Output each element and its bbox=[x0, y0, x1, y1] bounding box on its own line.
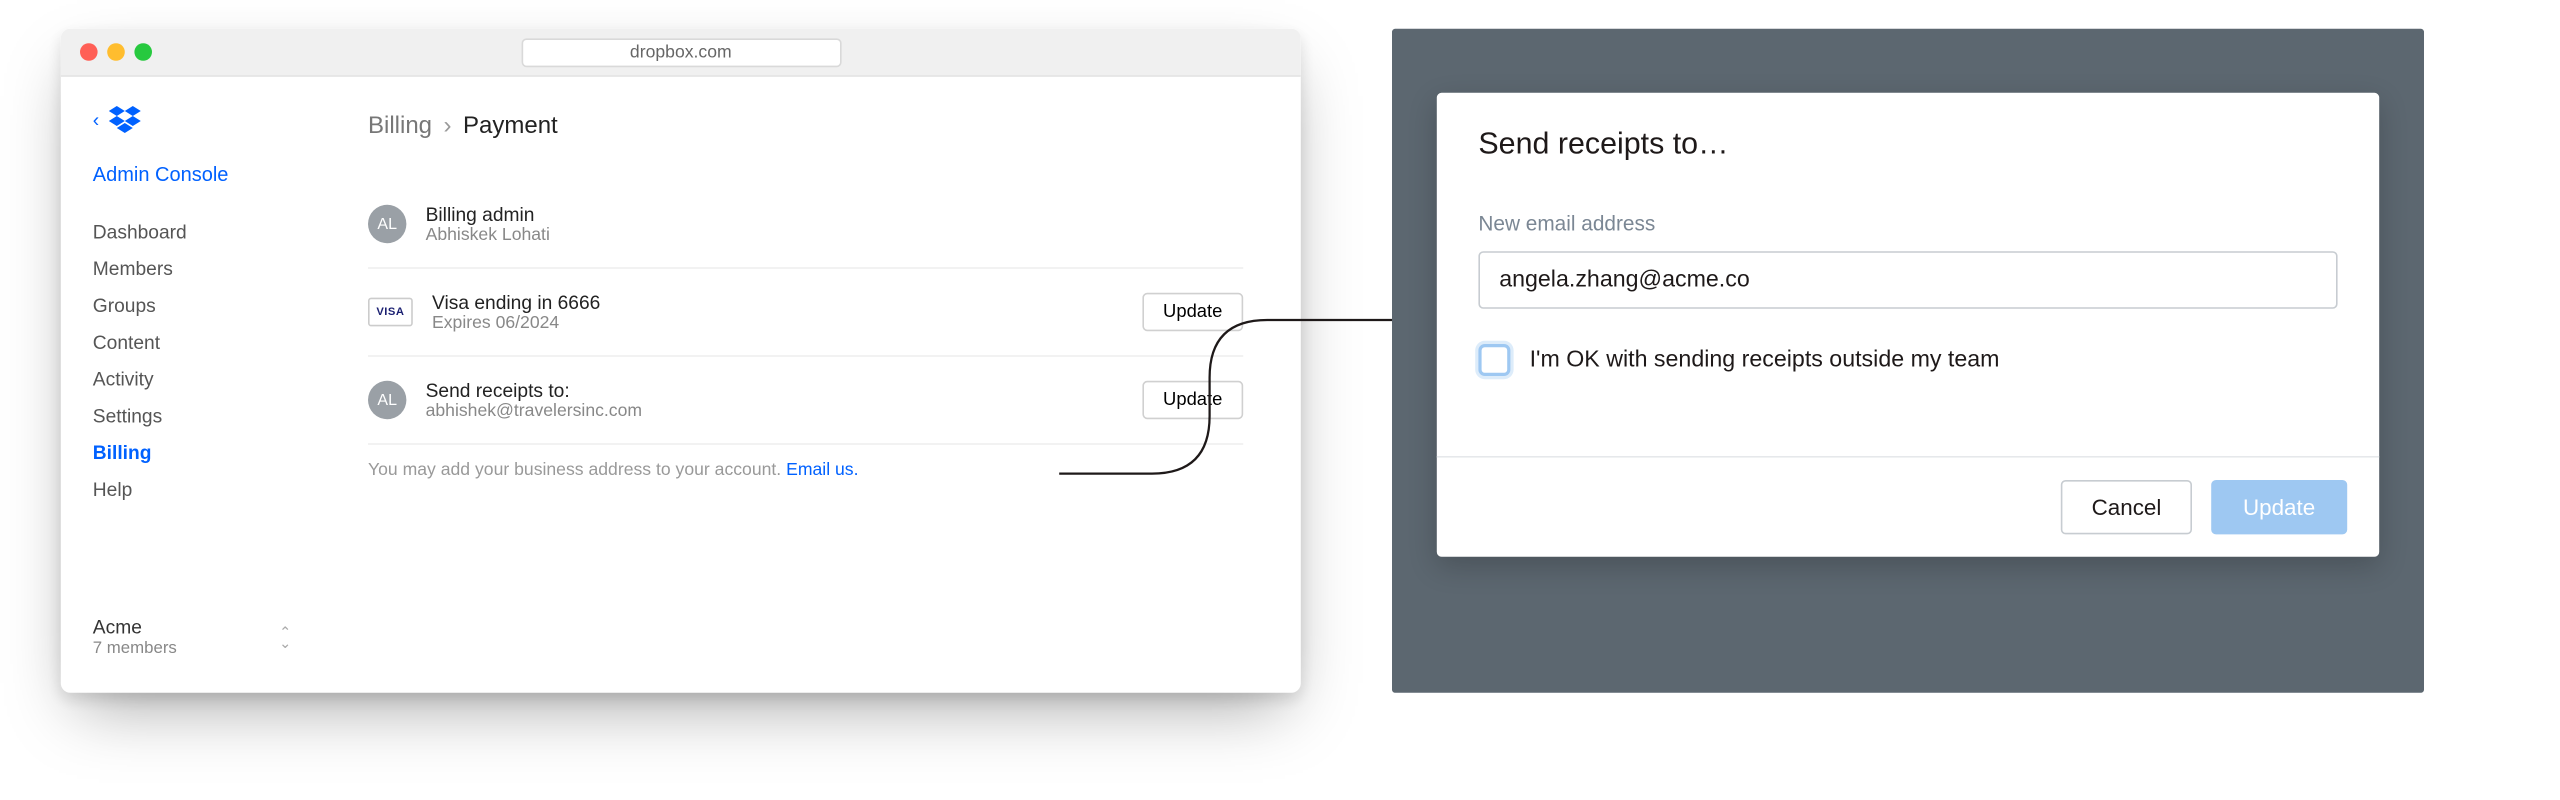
traffic-lights bbox=[80, 43, 152, 61]
sidebar: ‹ Admin Console Dashboard Members Groups… bbox=[61, 77, 317, 693]
outside-team-checkbox[interactable] bbox=[1478, 344, 1510, 376]
stepper-icon: ⌃⌄ bbox=[279, 626, 291, 647]
url-bar[interactable]: dropbox.com bbox=[521, 38, 841, 67]
url-text: dropbox.com bbox=[630, 42, 732, 61]
receipts-row: AL Send receipts to: abhishek@travelersi… bbox=[368, 357, 1243, 445]
sidebar-nav: Dashboard Members Groups Content Activit… bbox=[93, 221, 317, 501]
dialog-backdrop: Send receipts to… New email address I'm … bbox=[1392, 29, 2424, 693]
email-field-label: New email address bbox=[1478, 211, 2337, 235]
sidebar-item-groups[interactable]: Groups bbox=[93, 294, 317, 316]
row-title: Billing admin bbox=[426, 203, 550, 225]
window-titlebar: dropbox.com bbox=[61, 29, 1301, 77]
row-sub: Expires 06/2024 bbox=[432, 314, 600, 333]
helper-text: You may add your business address to you… bbox=[368, 445, 1243, 480]
dialog-footer: Cancel Update bbox=[1437, 456, 2379, 557]
sidebar-item-settings[interactable]: Settings bbox=[93, 405, 317, 427]
dropbox-logo-icon bbox=[109, 106, 141, 135]
billing-admin-row: AL Billing admin Abhiskek Lohati bbox=[368, 181, 1243, 269]
sidebar-item-dashboard[interactable]: Dashboard bbox=[93, 221, 317, 243]
main-content: Billing › Payment AL Billing admin Abhis… bbox=[317, 77, 1301, 693]
close-icon[interactable] bbox=[80, 43, 98, 61]
row-title: Visa ending in 6666 bbox=[432, 291, 600, 313]
team-name: Acme bbox=[93, 616, 177, 638]
avatar: AL bbox=[368, 381, 406, 419]
row-sub: Abhiskek Lohati bbox=[426, 226, 550, 245]
visa-icon: VISA bbox=[368, 298, 413, 327]
row-title: Send receipts to: bbox=[426, 379, 642, 401]
sidebar-item-content[interactable]: Content bbox=[93, 331, 317, 353]
email-us-link[interactable]: Email us. bbox=[786, 461, 858, 480]
payment-card-row: VISA Visa ending in 6666 Expires 06/2024… bbox=[368, 269, 1243, 357]
dialog-title: Send receipts to… bbox=[1478, 128, 2337, 163]
breadcrumb-leaf: Payment bbox=[463, 112, 558, 139]
breadcrumb-root[interactable]: Billing bbox=[368, 112, 432, 139]
breadcrumb: Billing › Payment bbox=[368, 112, 1243, 139]
sidebar-item-activity[interactable]: Activity bbox=[93, 368, 317, 390]
sidebar-item-billing[interactable]: Billing bbox=[93, 442, 317, 464]
update-receipts-button[interactable]: Update bbox=[1142, 381, 1243, 419]
cancel-button[interactable]: Cancel bbox=[2061, 480, 2192, 534]
browser-window: dropbox.com ‹ Admin Console Dashb bbox=[61, 29, 1301, 693]
avatar: AL bbox=[368, 205, 406, 243]
send-receipts-dialog: Send receipts to… New email address I'm … bbox=[1437, 93, 2379, 557]
outside-team-checkbox-label: I'm OK with sending receipts outside my … bbox=[1530, 347, 2000, 373]
back-icon[interactable]: ‹ bbox=[93, 109, 99, 131]
update-button[interactable]: Update bbox=[2211, 480, 2347, 534]
zoom-icon[interactable] bbox=[134, 43, 152, 61]
minimize-icon[interactable] bbox=[107, 43, 125, 61]
sidebar-item-members[interactable]: Members bbox=[93, 258, 317, 280]
sidebar-title: Admin Console bbox=[93, 163, 317, 185]
team-switcher[interactable]: Acme 7 members ⌃⌄ bbox=[93, 616, 317, 677]
email-field[interactable] bbox=[1478, 251, 2337, 309]
sidebar-item-help[interactable]: Help bbox=[93, 478, 317, 500]
team-subtitle: 7 members bbox=[93, 638, 177, 657]
row-sub: abhishek@travelersinc.com bbox=[426, 402, 642, 421]
update-card-button[interactable]: Update bbox=[1142, 293, 1243, 331]
